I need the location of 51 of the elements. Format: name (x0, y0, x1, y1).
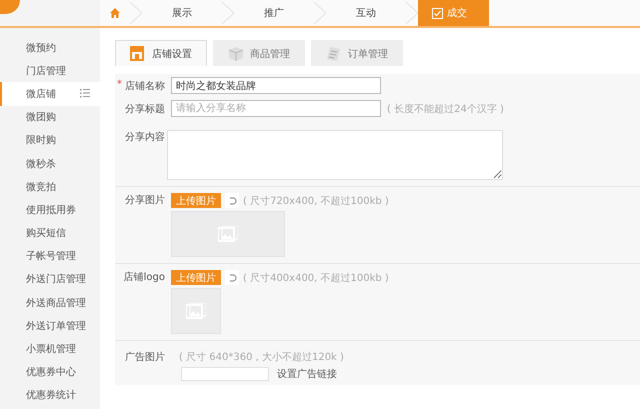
box-icon (228, 46, 244, 62)
tab[interactable]: 店铺设置 (115, 40, 207, 66)
chevron-divider (130, 2, 142, 24)
logo-shape (0, 0, 20, 14)
sidebar-item[interactable]: 外送门店管理 (0, 268, 100, 292)
sidebar-item[interactable]: 子帐号管理 (0, 244, 100, 268)
reset-button[interactable] (225, 193, 239, 208)
undo-icon (228, 196, 236, 206)
home-icon (110, 8, 120, 18)
tab[interactable]: 订单管理 (311, 40, 403, 66)
tab[interactable]: 商品管理 (213, 40, 305, 66)
checkbox-icon (432, 8, 443, 18)
sidebar-item[interactable]: 微团购 (0, 106, 100, 129)
store-icon (130, 46, 146, 62)
required-mark: * (117, 78, 122, 92)
chevron-divider (314, 2, 326, 24)
sidebar-item[interactable]: 微店铺 (0, 82, 100, 106)
sidebar-item[interactable]: 限时购 (0, 128, 100, 152)
reset-button[interactable] (225, 270, 239, 285)
hint-text: ( 长度不能超过24个汉字 ) (387, 102, 504, 116)
input-field[interactable]: 时尚之都女装品牌 (171, 77, 381, 94)
chevron-divider (222, 2, 234, 24)
note-icon (326, 46, 342, 62)
sidebar-item[interactable]: 优惠券中心 (0, 360, 100, 384)
field-label: 分享内容 (125, 130, 165, 144)
chevron-divider (406, 2, 418, 24)
sidebar-item[interactable]: 外送商品管理 (0, 291, 100, 314)
field-label: 分享标题 (125, 102, 165, 116)
nav-step[interactable]: 展示 (142, 0, 222, 26)
list-icon (80, 89, 90, 98)
input-field[interactable]: 请输入分享名称 (171, 100, 381, 117)
sidebar-item[interactable]: 小票机管理 (0, 337, 100, 361)
hint-text: ( 尺寸720x400, 不超过100kb ) (243, 194, 389, 208)
field-label: 店铺logo (124, 270, 165, 284)
sidebar-item[interactable]: 购买短信 (0, 222, 100, 245)
field-label: 广告图片 (125, 350, 165, 364)
sidebar-item[interactable]: 外送订单管理 (0, 314, 100, 338)
sidebar-item[interactable]: 微秒杀 (0, 152, 100, 176)
sidebar-item[interactable]: 使用抵用券 (0, 198, 100, 222)
hint-text: ( 尺寸 640*360 , 大小不超过120k ) (179, 350, 344, 364)
hint-text: ( 尺寸400x400, 不超过100kb ) (243, 272, 389, 284)
undo-icon (228, 272, 236, 282)
sidebar-item[interactable]: 微预约 (0, 36, 100, 60)
link-label: 设置广告链接 (277, 368, 337, 381)
field-label: 店铺名称 (125, 80, 165, 92)
nav-step[interactable]: 推广 (234, 0, 314, 26)
nav-step[interactable]: 互动 (326, 0, 406, 26)
field-label: 分享图片 (125, 194, 165, 207)
sidebar-item[interactable]: 微竞拍 (0, 175, 100, 198)
sidebar-item[interactable]: 门店管理 (0, 59, 100, 82)
sidebar-item[interactable]: 优惠券统计 (0, 384, 100, 407)
